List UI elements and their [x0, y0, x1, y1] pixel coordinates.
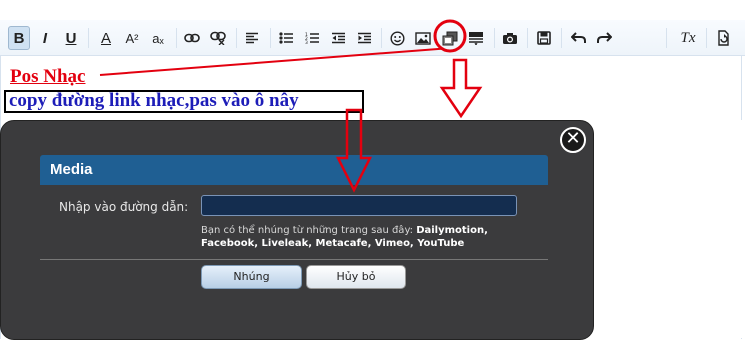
- annotation-circle: [433, 19, 467, 53]
- annotation-arrow-right: [439, 58, 483, 119]
- annotation-drawing: [335, 19, 483, 193]
- annotation-arrow-down: [335, 108, 373, 193]
- rich-text-editor: B I U A A² aₓ 123 Tx Pos Nhạc copy đường…: [0, 0, 745, 344]
